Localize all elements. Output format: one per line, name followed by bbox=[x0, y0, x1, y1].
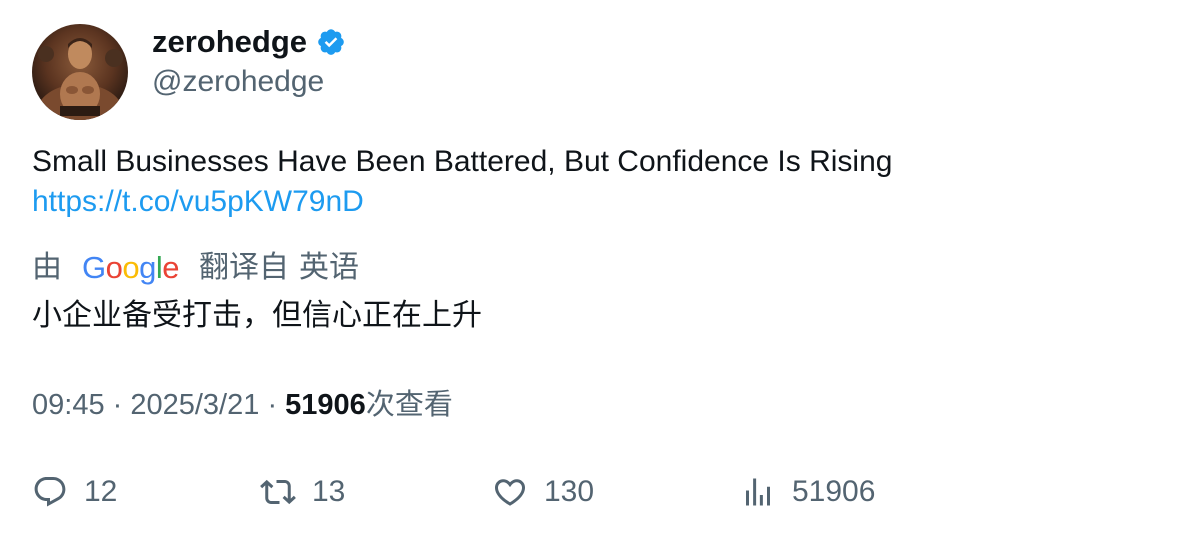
views-button[interactable]: 51906 bbox=[740, 470, 875, 514]
reply-button[interactable]: 12 bbox=[32, 470, 117, 514]
action-bar: 12 13 130 51906 bbox=[32, 470, 1162, 514]
retweet-count: 13 bbox=[312, 475, 346, 508]
bar-chart-icon bbox=[740, 474, 776, 510]
author-display-name[interactable]: zerohedge bbox=[152, 22, 346, 62]
reply-count: 12 bbox=[84, 475, 118, 508]
translated-text: 小企业备受打击，但信心正在上升 bbox=[32, 298, 482, 333]
retweet-icon bbox=[260, 474, 296, 510]
tweet-meta: 09:45 · 2025/3/21 · 51906次查看 bbox=[32, 384, 453, 425]
meta-views-label: 次查看 bbox=[365, 387, 453, 421]
verified-badge-icon[interactable] bbox=[316, 27, 346, 57]
retweet-button[interactable]: 13 bbox=[260, 470, 345, 514]
translation-from-label: 翻译自 bbox=[199, 250, 290, 285]
views-count: 51906 bbox=[792, 475, 876, 508]
like-button[interactable]: 130 bbox=[492, 470, 594, 514]
avatar[interactable] bbox=[32, 24, 128, 120]
tweet-card: zerohedge @zerohedge Small Businesses Ha… bbox=[0, 0, 1196, 538]
google-logo: Google bbox=[82, 250, 180, 285]
translation-attribution[interactable]: 由 Google 翻译自 英语 bbox=[32, 246, 359, 290]
like-count: 130 bbox=[544, 475, 595, 508]
avatar-image bbox=[36, 38, 124, 120]
tweet-text: Small Businesses Have Been Battered, But… bbox=[32, 145, 893, 178]
meta-separator: · bbox=[267, 389, 286, 421]
meta-separator: · bbox=[112, 389, 131, 421]
translation-by-label: 由 bbox=[32, 250, 62, 285]
tweet-date[interactable]: 2025/3/21 bbox=[130, 389, 259, 421]
translation-language: 英语 bbox=[299, 250, 360, 285]
tweet-time[interactable]: 09:45 bbox=[32, 389, 105, 421]
meta-views-count: 51906 bbox=[285, 389, 366, 421]
author-handle[interactable]: @zerohedge bbox=[152, 62, 324, 102]
tweet-link[interactable]: https://t.co/vu5pKW79nD bbox=[32, 182, 364, 222]
reply-icon bbox=[32, 474, 68, 510]
heart-icon bbox=[492, 474, 528, 510]
display-name-text: zerohedge bbox=[152, 24, 308, 59]
